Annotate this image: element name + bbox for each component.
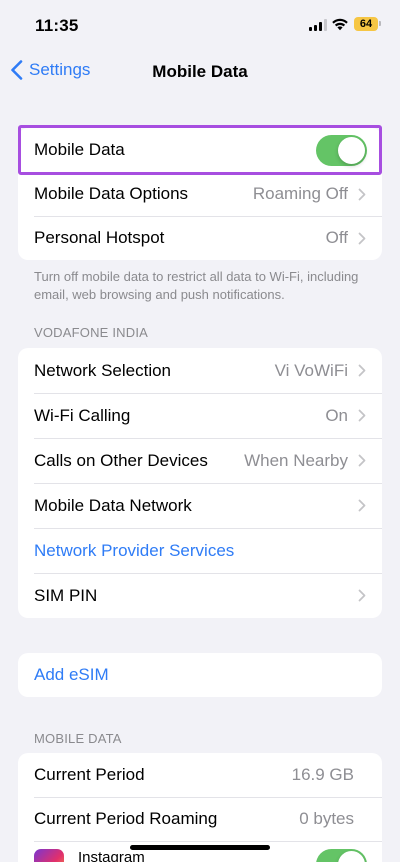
- personal-hotspot-label: Personal Hotspot: [34, 228, 165, 247]
- wifi-calling-label: Wi-Fi Calling: [34, 405, 131, 425]
- mobile-data-options-row[interactable]: Mobile Data Options Roaming Off: [18, 172, 382, 216]
- sim-pin-label: SIM PIN: [34, 585, 98, 605]
- personal-hotspot-row[interactable]: Personal Hotspot Off: [18, 216, 382, 260]
- calls-on-other-devices-label: Calls on Other Devices: [34, 450, 208, 470]
- esim-group: Add eSIM: [18, 653, 382, 697]
- cellular-signal-icon: [309, 19, 327, 31]
- network-selection-label: Network Selection: [34, 360, 172, 380]
- chevron-right-icon: [358, 499, 366, 512]
- mobile-data-footer: Turn off mobile data to restrict all dat…: [34, 269, 359, 302]
- calls-on-other-devices-row[interactable]: Calls on Other Devices When Nearby: [18, 438, 382, 483]
- network-provider-services-link[interactable]: Network Provider Services: [34, 541, 366, 561]
- add-esim-link[interactable]: Add eSIM: [34, 665, 366, 685]
- mobile-data-label: Mobile Data: [34, 140, 125, 159]
- instagram-app-icon: [34, 849, 64, 862]
- status-time: 11:35: [35, 16, 79, 35]
- chevron-right-icon: [358, 409, 366, 422]
- personal-hotspot-value: Off: [325, 228, 348, 247]
- instagram-toggle[interactable]: [316, 849, 367, 862]
- carrier-group: Network Selection Vi VoWiFi Wi-Fi Callin…: [18, 348, 382, 618]
- wifi-icon: [332, 18, 348, 31]
- wifi-calling-value: On: [325, 405, 348, 425]
- carrier-section-header: VODAFONE INDIA: [34, 325, 149, 340]
- sim-pin-row[interactable]: SIM PIN: [18, 573, 382, 618]
- mobile-data-row: Mobile Data: [18, 128, 382, 172]
- network-provider-services-row[interactable]: Network Provider Services: [18, 528, 382, 573]
- usage-section-header: MOBILE DATA: [34, 731, 122, 746]
- chevron-right-icon: [358, 364, 366, 377]
- navigation-bar: Settings Mobile Data: [0, 50, 400, 94]
- chevron-right-icon: [358, 589, 366, 602]
- mobile-data-group: Mobile Data Mobile Data Options Roaming …: [18, 128, 382, 260]
- battery-icon: 64: [354, 17, 378, 31]
- chevron-right-icon: [358, 188, 366, 200]
- current-period-row: Current Period 16.9 GB: [18, 753, 382, 797]
- home-indicator: [130, 845, 270, 850]
- wifi-calling-row[interactable]: Wi-Fi Calling On: [18, 393, 382, 438]
- mobile-data-network-label: Mobile Data Network: [34, 495, 192, 515]
- mobile-data-toggle[interactable]: [316, 134, 367, 166]
- mobile-data-network-row[interactable]: Mobile Data Network: [18, 483, 382, 528]
- chevron-right-icon: [358, 454, 366, 467]
- status-bar: 11:35 64: [0, 0, 400, 50]
- calls-on-other-devices-value: When Nearby: [244, 450, 348, 470]
- chevron-right-icon: [358, 232, 366, 244]
- mobile-data-screen: 11:35 64 Settings Mobile Data Mobile Dat…: [0, 0, 400, 862]
- page-title: Mobile Data: [152, 62, 248, 81]
- mobile-data-options-value: Roaming Off: [252, 184, 348, 203]
- instagram-label: Instagram: [78, 849, 145, 862]
- current-period-roaming-label: Current Period Roaming: [34, 809, 218, 828]
- current-period-value: 16.9 GB: [291, 765, 354, 784]
- battery-cap: [379, 21, 381, 26]
- network-selection-value: Vi VoWiFi: [274, 360, 348, 380]
- toggle-knob: [338, 851, 365, 862]
- current-period-roaming-row: Current Period Roaming 0 bytes: [18, 797, 382, 841]
- toggle-knob: [338, 136, 365, 164]
- add-esim-row[interactable]: Add eSIM: [18, 653, 382, 697]
- current-period-label: Current Period: [34, 765, 145, 784]
- current-period-roaming-value: 0 bytes: [299, 809, 354, 828]
- network-selection-row[interactable]: Network Selection Vi VoWiFi: [18, 348, 382, 393]
- mobile-data-options-label: Mobile Data Options: [34, 184, 189, 203]
